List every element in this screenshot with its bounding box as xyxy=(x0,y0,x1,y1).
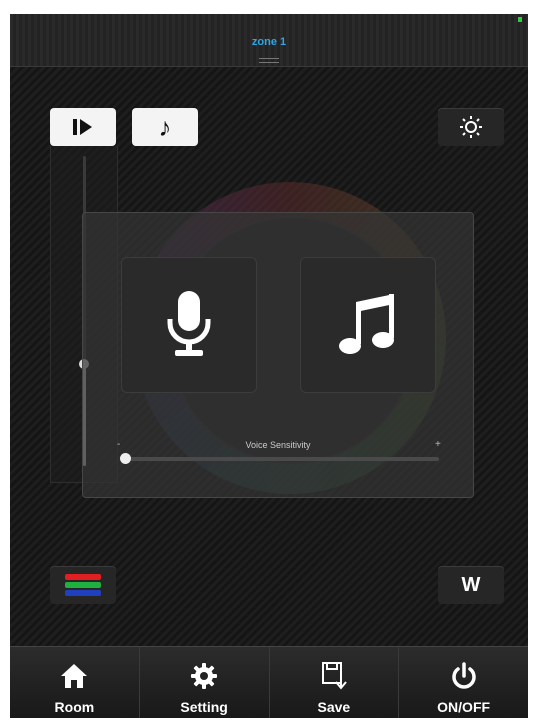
title-bar: zone 1 xyxy=(10,14,528,67)
app-screen: zone 1 ♪ - Voice Sensitivity + W Room Se… xyxy=(10,14,528,718)
sensitivity-label: Voice Sensitivity xyxy=(245,440,311,450)
rgb-button[interactable] xyxy=(50,566,116,604)
brightness-icon xyxy=(460,116,482,138)
sensitivity-max-label: + xyxy=(435,439,441,450)
drag-handle-icon[interactable] xyxy=(259,58,279,63)
tab-label: Room xyxy=(54,699,95,715)
sensitivity-knob[interactable] xyxy=(120,453,131,464)
brightness-button[interactable] xyxy=(438,108,504,146)
home-icon xyxy=(61,664,88,688)
microphone-icon xyxy=(167,291,211,356)
music-note-icon: ♪ xyxy=(158,111,172,142)
white-mode-button[interactable]: W xyxy=(438,566,504,604)
tab-bar: Room Setting Save ON/OFF xyxy=(10,646,528,718)
music-button[interactable] xyxy=(300,257,436,393)
status-indicator xyxy=(518,17,522,22)
microphone-button[interactable] xyxy=(121,257,257,393)
tab-room[interactable]: Room xyxy=(10,647,140,718)
tab-label: ON/OFF xyxy=(437,699,491,715)
gear-icon xyxy=(191,663,218,689)
tab-on-off[interactable]: ON/OFF xyxy=(399,647,528,718)
music-notes-icon xyxy=(339,294,394,354)
play-mode-button[interactable] xyxy=(50,108,116,146)
tab-save[interactable]: Save xyxy=(270,647,400,718)
music-mode-button[interactable]: ♪ xyxy=(132,108,198,146)
zone-title[interactable]: zone 1 xyxy=(10,36,528,48)
voice-panel: - Voice Sensitivity + xyxy=(82,212,474,498)
rgb-stripes-icon xyxy=(65,574,101,596)
play-bar-icon xyxy=(73,119,92,135)
tab-label: Save xyxy=(317,699,351,715)
save-disk-icon xyxy=(321,662,347,690)
tab-setting[interactable]: Setting xyxy=(140,647,270,718)
sensitivity-slider[interactable] xyxy=(121,457,439,461)
power-icon xyxy=(451,662,476,689)
tab-label: Setting xyxy=(180,699,228,715)
